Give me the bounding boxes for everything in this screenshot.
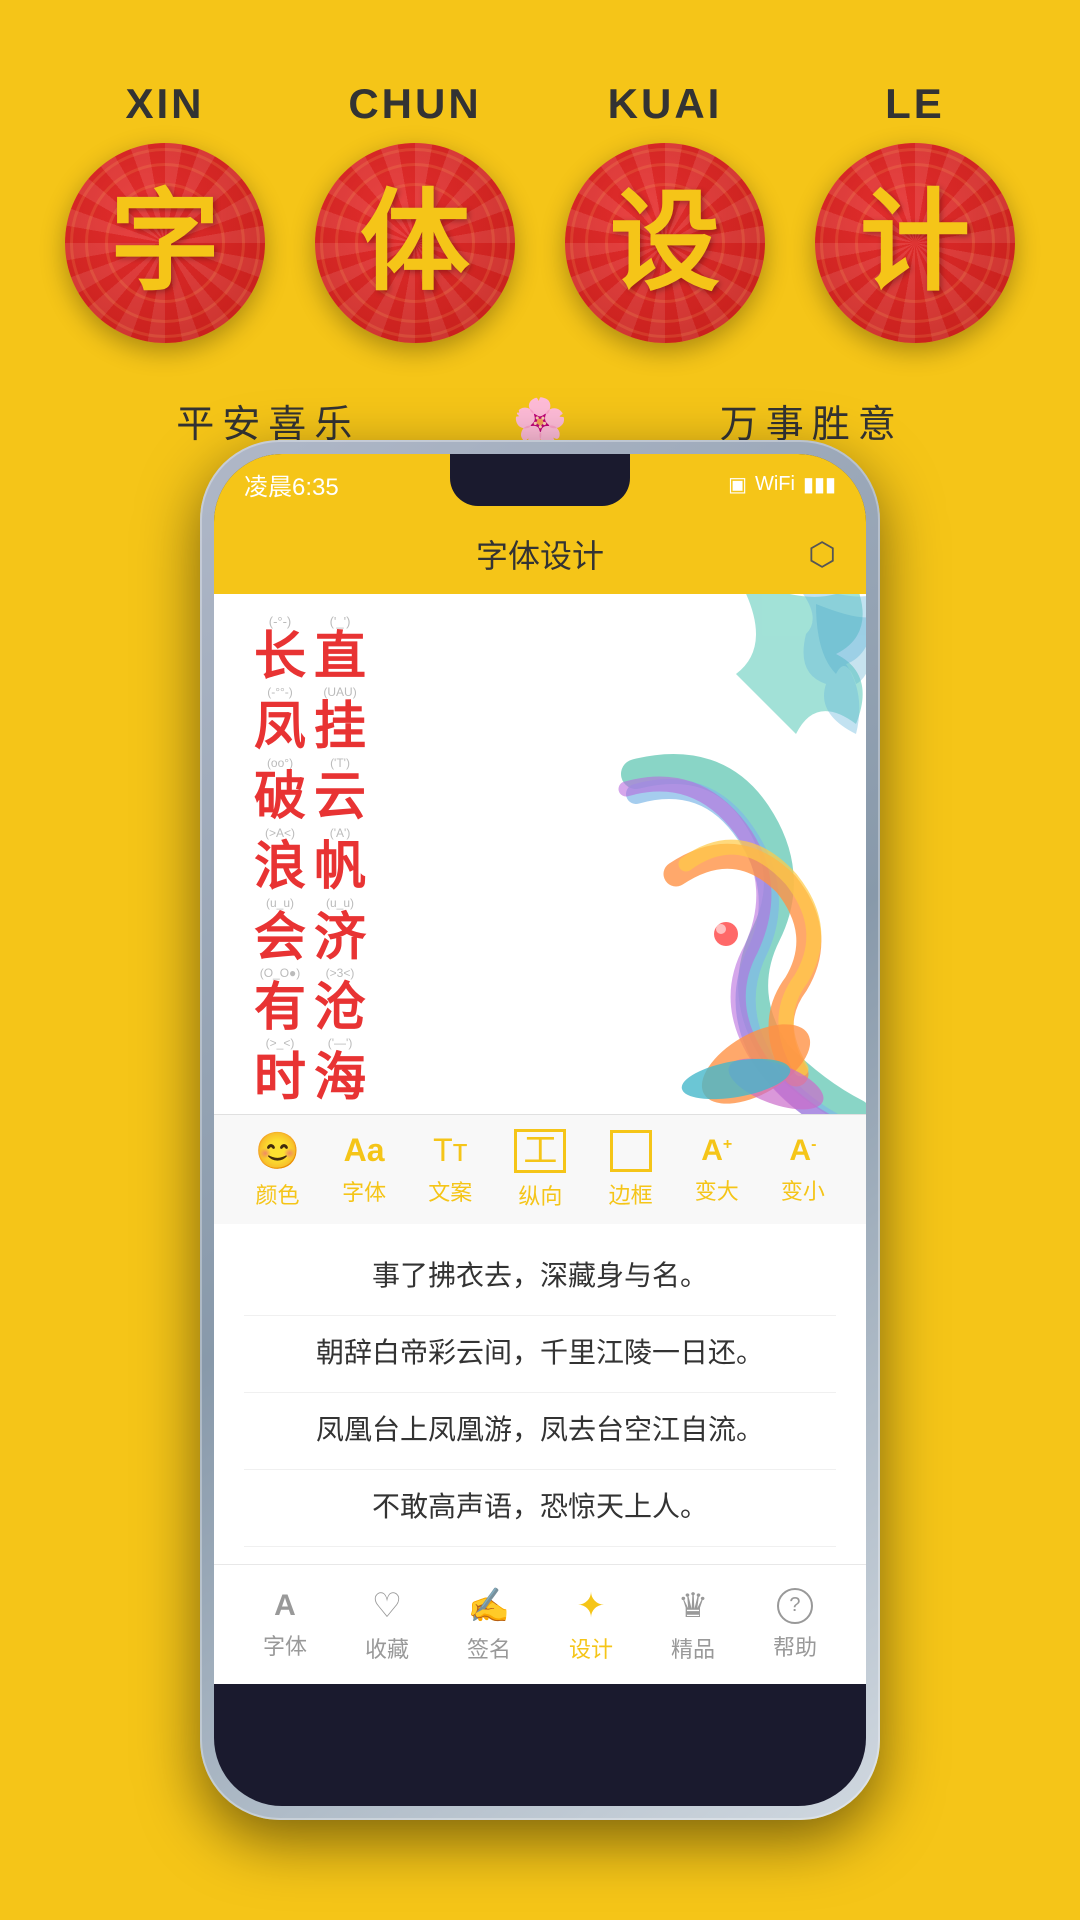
poem-columns: (-°-) 长 (-°°-) 凤 (oo°) 破 (>A<) 浪 (u_u) 会…: [254, 614, 366, 1107]
text-icon: Tт: [433, 1132, 467, 1169]
pinyin-le: LE: [885, 80, 945, 128]
pinyin-item-chun: CHUN 体: [305, 80, 525, 343]
poem-char-po: 破: [254, 771, 306, 826]
tool-text[interactable]: Tт 文案: [428, 1132, 472, 1207]
circle-char-ti: 体: [360, 188, 470, 298]
circle-badge-zi: 字: [65, 143, 265, 343]
nav-help-label: 帮助: [773, 1630, 817, 1662]
tool-border[interactable]: 边框: [609, 1130, 653, 1210]
color-icon: 😊: [255, 1130, 300, 1172]
nav-font-icon: A: [274, 1589, 296, 1623]
nav-item-premium[interactable]: ♛ 精品: [671, 1586, 715, 1664]
enlarge-icon: A+: [701, 1134, 732, 1168]
poem-char-hai: 海: [314, 1052, 366, 1107]
status-time: 凌晨6:35: [244, 467, 339, 502]
shrink-icon: A-: [789, 1134, 816, 1168]
signal-icon: ▣: [728, 472, 747, 497]
shrink-label: 变小: [781, 1174, 825, 1206]
nav-premium-icon: ♛: [678, 1586, 708, 1626]
editing-toolbar: 😊 颜色 Aa 字体 Tт 文案 工 纵向 边框: [214, 1114, 866, 1224]
nav-collect-icon: ♡: [372, 1586, 402, 1626]
app-canvas-area[interactable]: (-°-) 长 (-°°-) 凤 (oo°) 破 (>A<) 浪 (u_u) 会…: [214, 594, 866, 1114]
poem-line-3: 凤凰台上凤凰游，凤去台空江自流。: [244, 1393, 836, 1470]
nav-help-icon: ?: [777, 1588, 813, 1624]
circle-char-she: 设: [610, 188, 720, 298]
pinyin-row: XIN 字 CHUN 体 KUAI: [40, 80, 1040, 343]
status-icons: ▣ WiFi ▮▮▮: [728, 472, 836, 497]
border-icon: [610, 1130, 652, 1172]
poem-col-1: (-°-) 长 (-°°-) 凤 (oo°) 破 (>A<) 浪 (u_u) 会…: [254, 614, 306, 1107]
poem-line-1: 事了拂衣去，深藏身与名。: [244, 1239, 836, 1316]
wifi-icon: WiFi: [755, 473, 795, 496]
vertical-icon: 工: [514, 1129, 566, 1173]
text-label: 文案: [428, 1175, 472, 1207]
phone-mockup: 凌晨6:35 ▣ WiFi ▮▮▮ 字体设计 ⬡: [200, 440, 880, 1820]
app-header: 字体设计 ⬡: [214, 514, 866, 594]
color-label: 颜色: [255, 1178, 299, 1210]
poem-char-yun: 云: [314, 771, 366, 826]
font-icon: Aa: [344, 1132, 385, 1169]
dragon-illustration: [536, 594, 866, 1114]
pinyin-item-kuai: KUAI 设: [555, 80, 775, 343]
poem-text-area: 事了拂衣去，深藏身与名。 朝辞白帝彩云间，千里江陵一日还。 凤凰台上凤凰游，凤去…: [214, 1224, 866, 1564]
enlarge-label: 变大: [695, 1174, 739, 1206]
app-title: 字体设计: [476, 531, 604, 577]
nav-sign-label: 签名: [467, 1632, 511, 1664]
poem-char-ji: 济: [314, 912, 366, 967]
nav-sign-icon: ✍: [468, 1586, 510, 1626]
lotus-icon: 🌸: [513, 395, 568, 447]
tool-shrink[interactable]: A- 变小: [781, 1134, 825, 1206]
nav-premium-label: 精品: [671, 1632, 715, 1664]
nav-design-label: 设计: [569, 1632, 613, 1664]
poem-line-5: 危楼高百尺，手可摘星辰。: [244, 1547, 836, 1564]
nav-item-help[interactable]: ? 帮助: [773, 1588, 817, 1662]
circle-char-ji: 计: [860, 188, 970, 298]
nav-design-icon: ✦: [577, 1586, 606, 1626]
tool-font[interactable]: Aa 字体: [342, 1132, 386, 1207]
poem-char-chang: 长: [254, 631, 306, 686]
nav-item-sign[interactable]: ✍ 签名: [467, 1586, 511, 1664]
poem-col-2: ('_') 直 (UAU) 挂 ('T') 云 ('A') 帆 (u_u) 济 …: [314, 614, 366, 1107]
share-icon[interactable]: ⬡: [808, 535, 836, 573]
tool-enlarge[interactable]: A+ 变大: [695, 1134, 739, 1206]
poem-char-lang: 浪: [254, 841, 306, 896]
poem-char-feng: 凤: [254, 701, 306, 756]
pinyin-kuai: KUAI: [608, 80, 723, 128]
nav-item-design[interactable]: ✦ 设计: [569, 1586, 613, 1664]
border-label: 边框: [609, 1178, 653, 1210]
poem-char-fan: 帆: [314, 841, 366, 896]
tool-color[interactable]: 😊 颜色: [255, 1130, 300, 1210]
poem-char-gua: 挂: [314, 701, 366, 756]
bottom-navigation: A 字体 ♡ 收藏 ✍ 签名 ✦ 设计 ♛ 精品: [214, 1564, 866, 1684]
pinyin-item-xin: XIN 字: [55, 80, 275, 343]
pinyin-xin: XIN: [125, 80, 204, 128]
poem-char-zhi: 直: [314, 631, 366, 686]
font-label: 字体: [342, 1175, 386, 1207]
poem-line-2: 朝辞白帝彩云间，千里江陵一日还。: [244, 1316, 836, 1393]
poem-line-4: 不敢高声语，恐惊天上人。: [244, 1470, 836, 1547]
phone-outer-frame: 凌晨6:35 ▣ WiFi ▮▮▮ 字体设计 ⬡: [200, 440, 880, 1820]
phone-screen: 凌晨6:35 ▣ WiFi ▮▮▮ 字体设计 ⬡: [214, 454, 866, 1806]
nav-item-collect[interactable]: ♡ 收藏: [365, 1586, 409, 1664]
poem-char-hui: 会: [254, 912, 306, 967]
poem-char-you: 有: [254, 982, 306, 1037]
poem-char-shi: 时: [254, 1052, 306, 1107]
nav-collect-label: 收藏: [365, 1632, 409, 1664]
pinyin-chun: CHUN: [348, 80, 481, 128]
circle-char-zi: 字: [110, 188, 220, 298]
nav-font-label: 字体: [263, 1629, 307, 1661]
pinyin-item-le: LE 计: [805, 80, 1025, 343]
circle-badge-she: 设: [565, 143, 765, 343]
vertical-label: 纵向: [518, 1179, 562, 1211]
tool-vertical[interactable]: 工 纵向: [514, 1129, 566, 1211]
hero-section: XIN 字 CHUN 体 KUAI: [0, 0, 1080, 488]
poem-char-cang: 沧: [314, 982, 366, 1037]
circle-badge-ti: 体: [315, 143, 515, 343]
battery-icon: ▮▮▮: [803, 472, 836, 497]
nav-item-font[interactable]: A 字体: [263, 1589, 307, 1661]
phone-notch: [450, 454, 630, 506]
circle-badge-ji: 计: [815, 143, 1015, 343]
